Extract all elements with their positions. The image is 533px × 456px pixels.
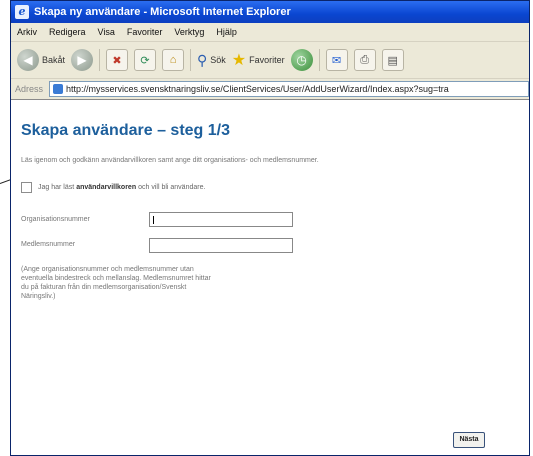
toolbar: ◀ Bakåt ▶ ✖ ⟳ ⌂ ⚲ Sök ★ Favoriter ◷ ✉ ⎙ … bbox=[11, 42, 529, 79]
window-title: Skapa ny användare - Microsoft Internet … bbox=[34, 6, 291, 18]
search-icon: ⚲ bbox=[197, 51, 208, 68]
menu-hjalp[interactable]: Hjälp bbox=[216, 27, 237, 37]
favorites-button[interactable]: ★ Favoriter bbox=[232, 50, 285, 70]
org-number-input[interactable] bbox=[149, 212, 293, 227]
history-icon[interactable]: ◷ bbox=[290, 49, 313, 71]
address-input[interactable]: http://mysservices.svensktnaringsliv.se/… bbox=[49, 81, 529, 97]
terms-link[interactable]: användarvillkoren bbox=[76, 184, 136, 191]
intro-text: Läs igenom och godkänn användarvillkoren… bbox=[21, 157, 319, 164]
back-arrow-icon: ◀ bbox=[17, 49, 39, 71]
member-number-label: Medlemsnummer bbox=[21, 241, 76, 248]
terms-suffix: och vill bli användare. bbox=[138, 184, 206, 191]
terms-checkbox-row: Jag har läst användarvillkoren och vill … bbox=[21, 182, 205, 193]
terms-prefix: Jag har läst bbox=[38, 184, 75, 191]
address-label: Adress bbox=[15, 84, 44, 94]
refresh-icon[interactable]: ⟳ bbox=[134, 49, 157, 71]
org-number-label: Organisationsnummer bbox=[21, 216, 90, 223]
menu-arkiv[interactable]: Arkiv bbox=[17, 27, 37, 37]
search-label: Sök bbox=[210, 55, 226, 65]
help-text: (Ange organisationsnummer och medlemsnum… bbox=[21, 265, 321, 301]
menu-bar: Arkiv Redigera Visa Favoriter Verktyg Hj… bbox=[11, 23, 529, 42]
title-bar: e Skapa ny användare - Microsoft Interne… bbox=[11, 1, 529, 23]
toolbar-separator bbox=[190, 49, 192, 71]
menu-favoriter[interactable]: Favoriter bbox=[127, 27, 163, 37]
home-icon[interactable]: ⌂ bbox=[162, 49, 185, 71]
help-line: du på fakturan från din medlemsorganisat… bbox=[21, 284, 187, 291]
toolbar-separator bbox=[99, 49, 101, 71]
search-button[interactable]: ⚲ Sök bbox=[197, 52, 226, 69]
menu-redigera[interactable]: Redigera bbox=[49, 27, 86, 37]
page-title: Skapa användare – steg 1/3 bbox=[21, 122, 230, 139]
edit-icon[interactable]: ▤ bbox=[381, 49, 404, 71]
help-line: Näringsliv.) bbox=[21, 293, 56, 300]
back-button[interactable]: ◀ Bakåt bbox=[17, 49, 65, 71]
forward-button[interactable]: ▶ bbox=[71, 49, 94, 71]
stop-icon[interactable]: ✖ bbox=[106, 49, 129, 71]
member-number-input[interactable] bbox=[149, 238, 293, 253]
toolbar-separator bbox=[318, 49, 320, 71]
help-line: eventuella bindestreck och mellanslag. M… bbox=[21, 275, 211, 282]
star-icon: ★ bbox=[231, 52, 247, 69]
back-label: Bakåt bbox=[42, 55, 66, 65]
page-content: Skapa användare – steg 1/3 Läs igenom oc… bbox=[11, 99, 529, 455]
address-url: http://mysservices.svensktnaringsliv.se/… bbox=[66, 84, 449, 94]
address-bar: Adress http://mysservices.svensktnarings… bbox=[11, 79, 529, 100]
menu-visa[interactable]: Visa bbox=[98, 27, 115, 37]
ie-icon: e bbox=[15, 5, 29, 19]
help-line: (Ange organisationsnummer och medlemsnum… bbox=[21, 266, 194, 273]
mail-icon[interactable]: ✉ bbox=[325, 49, 348, 71]
terms-checkbox[interactable] bbox=[21, 182, 32, 193]
next-button[interactable]: Nästa bbox=[453, 432, 485, 448]
menu-verktyg[interactable]: Verktyg bbox=[174, 27, 204, 37]
page-icon bbox=[53, 84, 64, 94]
print-icon[interactable]: ⎙ bbox=[353, 49, 376, 71]
favorites-label: Favoriter bbox=[249, 55, 285, 65]
text-caret bbox=[153, 216, 154, 224]
browser-window: e Skapa ny användare - Microsoft Interne… bbox=[10, 0, 530, 456]
